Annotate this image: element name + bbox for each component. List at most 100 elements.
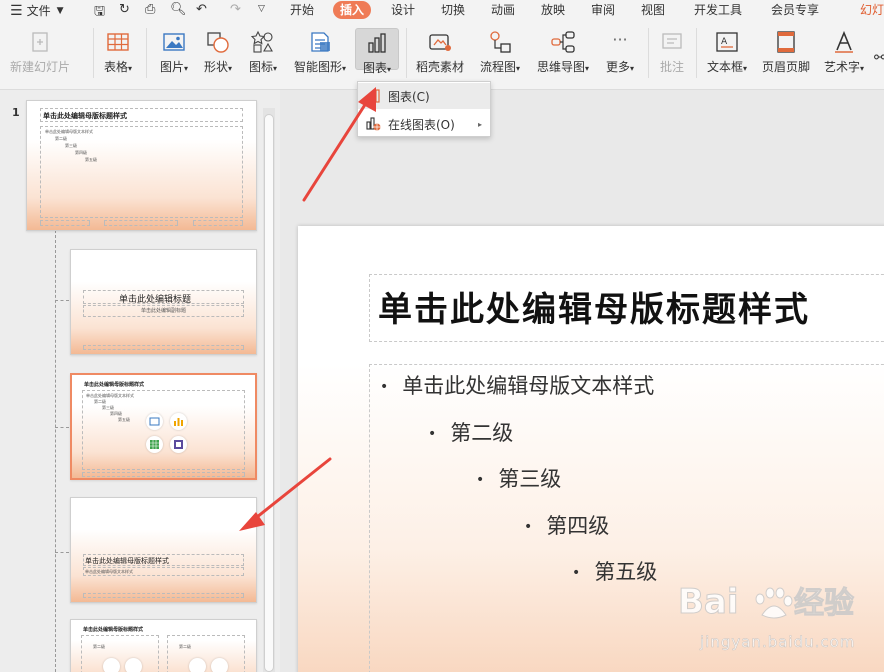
thumb-level2: 第二级 (93, 644, 105, 649)
bullet-level2[interactable]: • 第二级 (428, 417, 513, 447)
header-footer-button[interactable]: 页眉页脚 (760, 30, 812, 75)
slide-number: 1 (12, 106, 20, 119)
new-slide-label: 新建幻灯片 (9, 60, 70, 74)
content-layout-thumbnail[interactable]: 单击此处编辑母版标题样式 单击此处编辑母版文本样式 第二级 第三级 第四级 第五… (70, 373, 257, 480)
mindmap-label: 思维导图▾ (536, 60, 590, 74)
icons-button[interactable]: 图标▾ (244, 30, 282, 75)
bullet-level4[interactable]: • 第四级 (524, 510, 609, 540)
layout-tree-branch (55, 552, 69, 553)
thumb-body-box (82, 390, 245, 470)
two-content-layout-thumbnail[interactable]: 单击此处编辑母版标题样式 第二级 第二级 (70, 619, 257, 672)
baidu-logo: Bai 经验 (678, 582, 855, 623)
thumb-title: 单击此处编辑母版标题样式 (84, 382, 145, 388)
flowchart-label: 流程图▾ (479, 60, 521, 74)
link-icon[interactable]: ⚯ (874, 50, 884, 66)
file-menu-label: 文件 (26, 4, 51, 18)
tab-slide-cut[interactable]: 幻灯 (860, 1, 884, 19)
smartart-icon (308, 30, 332, 54)
thumbnail-scrollbar[interactable] (263, 108, 275, 672)
tab-view[interactable]: 视图 (641, 1, 665, 19)
table-label: 表格▾ (103, 60, 133, 74)
wordart-label: 艺术字▾ (823, 60, 865, 74)
smartart-label: 智能图形▾ (293, 60, 347, 74)
smartart-button[interactable]: 智能图形▾ (288, 30, 352, 75)
annotation-arrow-to-chart (302, 87, 376, 202)
chevron-right-icon: ▸ (477, 119, 482, 129)
textbox-button[interactable]: A 文本框▾ (703, 30, 751, 75)
tab-animation[interactable]: 动画 (491, 1, 515, 19)
picture-button[interactable]: 图片▾ (154, 30, 194, 75)
bullet-level5[interactable]: • 第五级 (572, 556, 657, 586)
more-button[interactable]: ··· 更多▾ (600, 30, 640, 75)
icons-label: 图标▾ (248, 60, 278, 74)
quick-access-dropdown-icon[interactable]: ▽ (258, 4, 265, 14)
placeholder-chart-icon (125, 658, 142, 672)
bullet-icon: • (476, 472, 485, 488)
print-preview-icon[interactable]: 🔍︎ (170, 2, 187, 17)
watermark-url: jingyan.baidu.com (700, 633, 856, 652)
tab-transition[interactable]: 切换 (441, 1, 465, 19)
comment-button[interactable]: 批注 (656, 30, 688, 75)
ribbon-separator (648, 28, 649, 78)
ribbon-separator (696, 28, 697, 78)
comment-label: 批注 (659, 60, 684, 74)
slide-master-thumbnail[interactable]: 单击此处编辑母版标题样式 单击此处编辑母版文本样式 第二级 第三级 第四级 第五… (26, 100, 257, 231)
tab-review[interactable]: 审阅 (591, 1, 615, 19)
wordart-button[interactable]: 艺术字▾ (820, 30, 868, 75)
thumb-title: 单击此处编辑母版标题样式 (43, 112, 127, 120)
bullet-level3[interactable]: • 第三级 (476, 463, 561, 493)
thumb-level2: 第二级 (55, 136, 67, 141)
menu-item-chart-label: 图表(C) (388, 89, 430, 104)
thumb-text: 单击此处编辑母版文本样式 (45, 129, 93, 134)
svg-text:A: A (721, 37, 728, 47)
new-slide-icon (28, 30, 52, 54)
placeholder-video-icon (170, 436, 187, 453)
undo-icon[interactable]: ↶ (196, 2, 207, 17)
thumb-level5: 第五级 (85, 157, 97, 162)
flowchart-button[interactable]: 流程图▾ (475, 30, 525, 75)
tab-design[interactable]: 设计 (391, 1, 415, 19)
slide-title[interactable]: 单击此处编辑母版标题样式 (378, 282, 810, 331)
tab-member[interactable]: 会员专享 (771, 1, 819, 19)
thumb-subtitle: 单击此处编辑母版文本样式 (85, 569, 133, 574)
print-icon[interactable]: ⎙ (145, 2, 155, 17)
thumb-subtitle: 单击此处编辑副标题 (141, 308, 187, 314)
file-menu[interactable]: ☰ 文件 ▼ (10, 2, 64, 19)
title-layout-thumbnail[interactable]: 单击此处编辑标题 单击此处编辑副标题 (70, 249, 257, 355)
chevron-down-icon: ▼ (56, 5, 64, 16)
scrollbar-thumb[interactable] (264, 114, 274, 672)
new-slide-button[interactable]: 新建幻灯片 (8, 30, 72, 75)
chart-button[interactable]: 图表▾ (355, 28, 399, 75)
shapes-icon (206, 30, 230, 54)
mindmap-button[interactable]: 思维导图▾ (533, 30, 593, 75)
docer-material-icon (428, 30, 452, 54)
bullet-level1[interactable]: • 单击此处编辑母版文本样式 (380, 370, 654, 400)
annotation-arrow-to-thumbnail (239, 457, 332, 531)
hamburger-icon: ☰ (10, 2, 23, 19)
ribbon-separator (146, 28, 147, 78)
redo-icon[interactable]: ↷ (230, 2, 241, 17)
menu-bar: ☰ 文件 ▼ 🖫 ↻ ⎙ 🔍︎ ↶ ↷ ▽ 开始 插入 设计 切换 动画 放映 … (0, 0, 884, 20)
thumb-title: 单击此处编辑母版标题样式 (85, 557, 169, 565)
table-icon (106, 30, 130, 54)
bullet-icon: • (572, 565, 581, 581)
picture-label: 图片▾ (159, 60, 189, 74)
tab-insert[interactable]: 插入 (333, 1, 372, 19)
thumb-title: 单击此处编辑标题 (119, 295, 192, 305)
tab-slideshow[interactable]: 放映 (541, 1, 565, 19)
thumb-footer (83, 345, 244, 350)
thumb-footer (82, 472, 245, 477)
textbox-label: 文本框▾ (706, 60, 748, 74)
placeholder-picture-icon (103, 658, 120, 672)
docer-material-button[interactable]: 稻壳素材 (414, 30, 466, 75)
thumb-level5: 第五级 (118, 417, 130, 422)
undo-history-icon[interactable]: ↻ (119, 2, 130, 17)
table-button[interactable]: 表格▾ (100, 30, 136, 75)
thumb-footer-number (193, 220, 243, 226)
tab-home[interactable]: 开始 (290, 1, 314, 19)
layout-tree-branch (55, 300, 69, 301)
shapes-button[interactable]: 形状▾ (199, 30, 237, 75)
tab-developer[interactable]: 开发工具 (694, 1, 742, 19)
section-layout-thumbnail[interactable]: 单击此处编辑母版标题样式 单击此处编辑母版文本样式 (70, 497, 257, 603)
placeholder-picture-icon (146, 413, 163, 430)
